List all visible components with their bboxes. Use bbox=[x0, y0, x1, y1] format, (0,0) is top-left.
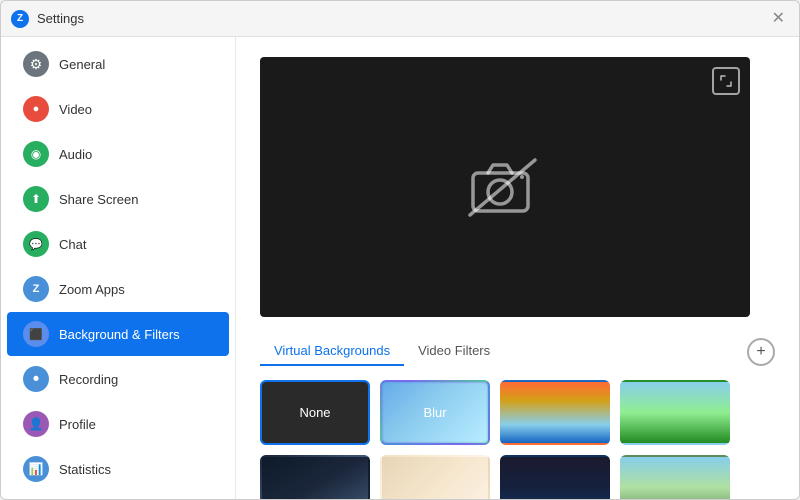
content-area: Virtual Backgrounds Video Filters + None… bbox=[236, 37, 799, 499]
sidebar: ⚙ General ● Video ◉ Audio ⬆ Share Screen… bbox=[1, 37, 236, 499]
sidebar-item-general[interactable]: ⚙ General bbox=[7, 42, 229, 86]
zoom-apps-icon: Z bbox=[23, 276, 49, 302]
background-none[interactable]: None bbox=[260, 380, 370, 445]
sidebar-label-chat: Chat bbox=[59, 237, 86, 252]
sidebar-item-video[interactable]: ● Video bbox=[7, 87, 229, 131]
background-animated1[interactable] bbox=[260, 455, 370, 499]
main-content: ⚙ General ● Video ◉ Audio ⬆ Share Screen… bbox=[1, 37, 799, 499]
sidebar-label-background-filters: Background & Filters bbox=[59, 327, 180, 342]
audio-icon: ◉ bbox=[23, 141, 49, 167]
close-button[interactable]: ✕ bbox=[768, 9, 789, 29]
sidebar-label-profile: Profile bbox=[59, 417, 96, 432]
general-icon: ⚙ bbox=[23, 51, 49, 77]
background-studio[interactable] bbox=[500, 455, 610, 499]
sidebar-item-recording[interactable]: ⏺ Recording bbox=[7, 357, 229, 401]
sidebar-item-profile[interactable]: 👤 Profile bbox=[7, 402, 229, 446]
tabs-left: Virtual Backgrounds Video Filters bbox=[260, 337, 504, 366]
sidebar-item-chat[interactable]: 💬 Chat bbox=[7, 222, 229, 266]
sidebar-label-general: General bbox=[59, 57, 105, 72]
background-filters-icon: ⬛ bbox=[23, 321, 49, 347]
sidebar-item-audio[interactable]: ◉ Audio bbox=[7, 132, 229, 176]
background-nature[interactable] bbox=[620, 380, 730, 445]
sidebar-label-video: Video bbox=[59, 102, 92, 117]
background-blur[interactable]: Blur bbox=[380, 380, 490, 445]
sidebar-item-statistics[interactable]: 📊 Statistics bbox=[7, 447, 229, 491]
chat-icon: 💬 bbox=[23, 231, 49, 257]
profile-icon: 👤 bbox=[23, 411, 49, 437]
camera-off-graphic bbox=[465, 155, 545, 220]
sidebar-item-background-filters[interactable]: ⬛ Background & Filters bbox=[7, 312, 229, 356]
titlebar-left: Z Settings bbox=[11, 10, 84, 28]
sidebar-item-zoom-apps[interactable]: Z Zoom Apps bbox=[7, 267, 229, 311]
background-none-label: None bbox=[262, 382, 368, 443]
recording-icon: ⏺ bbox=[23, 366, 49, 392]
video-icon: ● bbox=[23, 96, 49, 122]
sidebar-item-share-screen[interactable]: ⬆ Share Screen bbox=[7, 177, 229, 221]
settings-window: Z Settings ✕ ⚙ General ● Video ◉ Audio bbox=[0, 0, 800, 500]
background-golden-gate[interactable] bbox=[500, 380, 610, 445]
camera-resize-button[interactable] bbox=[712, 67, 740, 95]
background-grid-row2 bbox=[260, 455, 775, 499]
background-animated2[interactable] bbox=[380, 455, 490, 499]
sidebar-label-zoom-apps: Zoom Apps bbox=[59, 282, 125, 297]
background-blur-label: Blur bbox=[382, 382, 488, 443]
share-screen-icon: ⬆ bbox=[23, 186, 49, 212]
sidebar-label-share-screen: Share Screen bbox=[59, 192, 139, 207]
sidebar-item-keyboard-shortcuts[interactable]: ⌨ Keyboard Shortcuts bbox=[7, 492, 229, 499]
resize-icon bbox=[719, 74, 733, 88]
tab-video-filters[interactable]: Video Filters bbox=[404, 337, 504, 366]
background-outdoor[interactable] bbox=[620, 455, 730, 499]
statistics-icon: 📊 bbox=[23, 456, 49, 482]
titlebar: Z Settings ✕ bbox=[1, 1, 799, 37]
sidebar-label-recording: Recording bbox=[59, 372, 118, 387]
camera-preview bbox=[260, 57, 750, 317]
window-title: Settings bbox=[37, 11, 84, 26]
tab-virtual-backgrounds[interactable]: Virtual Backgrounds bbox=[260, 337, 404, 366]
sidebar-label-statistics: Statistics bbox=[59, 462, 111, 477]
app-icon: Z bbox=[11, 10, 29, 28]
background-tabs: Virtual Backgrounds Video Filters + bbox=[260, 337, 775, 366]
add-background-button[interactable]: + bbox=[747, 338, 775, 366]
background-grid-row1: None Blur bbox=[260, 380, 775, 445]
sidebar-label-audio: Audio bbox=[59, 147, 92, 162]
